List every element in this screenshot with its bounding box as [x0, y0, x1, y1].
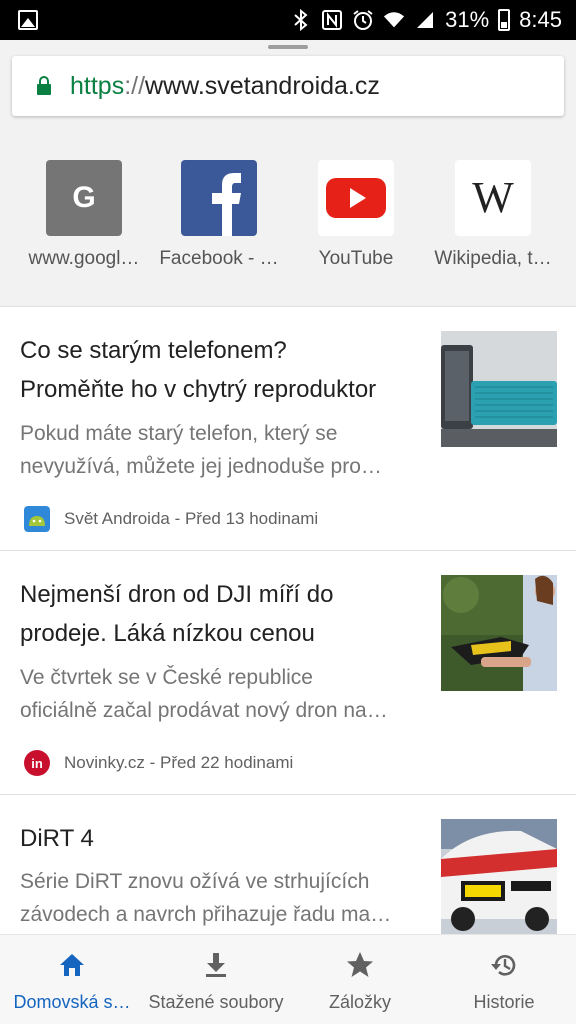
article-snippet: Pokud máte starý telefon, který se nevyu… [20, 417, 415, 483]
tile-label: Wikipedia, t… [434, 248, 552, 269]
facebook-icon [181, 160, 257, 236]
article-snippet: Série DiRT znovu ožívá ve strhujících zá… [20, 865, 415, 931]
history-icon [491, 955, 516, 976]
article-thumbnail [441, 575, 557, 691]
wifi-icon [383, 9, 405, 31]
tile-google[interactable]: G www.googl… [14, 150, 154, 280]
bottom-sheet-handle[interactable] [268, 45, 308, 49]
home-icon [60, 954, 84, 976]
article-card[interactable]: DiRT 4 Série DiRT znovu ožívá ve strhují… [0, 794, 576, 934]
nav-label: Domovská s… [13, 992, 131, 1012]
article-snippet-line: Pokud máte starý telefon, který se [20, 422, 338, 445]
nav-label: Stažené soubory [148, 992, 284, 1012]
tile-label: YouTube [318, 248, 394, 269]
status-bar: 31% 8:45 [0, 0, 576, 40]
google-g-icon: G [46, 160, 122, 236]
tile-facebook[interactable]: Facebook - … [149, 150, 289, 280]
bluetooth-icon [290, 9, 312, 31]
url-bar[interactable]: https://www.svetandroida.cz [12, 56, 564, 116]
status-icons: 31% 8:45 [290, 0, 562, 40]
article-feed[interactable]: Co se starým telefonem? Proměňte ho v ch… [0, 306, 576, 934]
nav-home[interactable]: Domovská s… [0, 935, 144, 1024]
article-title: DiRT 4 [20, 819, 415, 858]
signal-icon [414, 9, 436, 31]
article-card[interactable]: Co se starým telefonem? Proměňte ho v ch… [0, 306, 576, 550]
alarm-icon [352, 9, 374, 31]
url-text[interactable]: https://www.svetandroida.cz [70, 56, 380, 116]
article-snippet-line: oficiálně začal prodávat nový dron na… [20, 699, 388, 722]
article-thumbnail [441, 819, 557, 934]
nav-history[interactable]: Historie [432, 935, 576, 1024]
article-card[interactable]: Nejmenší dron od DJI míří do prodeje. Lá… [0, 550, 576, 794]
wikipedia-icon: W [455, 160, 531, 236]
nav-downloads[interactable]: Stažené soubory [144, 935, 288, 1024]
url-scheme: https [70, 72, 125, 100]
nav-label: Záložky [328, 992, 391, 1012]
article-snippet-line: Série DiRT znovu ožívá ve strhujících [20, 870, 370, 893]
tile-label: Facebook - … [159, 248, 279, 269]
clock: 8:45 [519, 7, 562, 32]
article-title-line: Nejmenší dron od DJI míří do [20, 581, 334, 608]
article-title-line: DiRT 4 [20, 825, 94, 852]
battery-icon [498, 9, 511, 31]
url-separator: :// [124, 72, 146, 100]
article-source: Svět Androida - Před 13 hodinami [24, 505, 318, 533]
battery-percent: 31% [445, 7, 490, 32]
article-title-line: Proměňte ho v chytrý reproduktor [20, 376, 377, 403]
article-snippet-line: závodech a navrch přihazuje řadu ma… [20, 903, 392, 926]
article-snippet-line: nevyužívá, můžete jej jednoduše pro… [20, 455, 382, 478]
download-icon [206, 953, 226, 977]
article-title-line: prodeje. Láká nízkou cenou [20, 620, 315, 647]
article-thumbnail [441, 331, 557, 447]
svet-androida-icon [24, 506, 50, 532]
nfc-icon [321, 9, 343, 31]
lock-icon [37, 76, 51, 95]
star-icon [347, 952, 373, 977]
article-source-text: Svět Androida - Před 13 hodinami [64, 509, 319, 528]
article-title: Nejmenší dron od DJI míří do prodeje. Lá… [20, 575, 415, 653]
most-visited-tiles: G www.googl… Facebook - … YouTube W Wiki… [0, 150, 576, 300]
article-title-line: Co se starým telefonem? [20, 337, 287, 364]
novinky-icon: in [24, 750, 50, 776]
image-notification-icon [18, 10, 38, 30]
tile-label: www.googl… [28, 248, 140, 269]
nav-bookmarks[interactable]: Záložky [288, 935, 432, 1024]
article-title: Co se starým telefonem? Proměňte ho v ch… [20, 331, 415, 409]
article-snippet-line: Ve čtvrtek se v České republice [20, 666, 313, 689]
novinky-badge-text: in [31, 756, 43, 771]
bottom-navigation: Domovská s… Stažené soubory Záložky Hist… [0, 934, 576, 1024]
tile-youtube[interactable]: YouTube [286, 150, 426, 280]
url-host: www.svetandroida.cz [145, 72, 380, 100]
tile-wikipedia[interactable]: W Wikipedia, t… [423, 150, 563, 280]
article-snippet: Ve čtvrtek se v České republice oficiáln… [20, 661, 415, 727]
youtube-icon [318, 160, 394, 236]
article-source: in Novinky.cz - Před 22 hodinami [24, 749, 293, 777]
nav-label: Historie [473, 992, 535, 1012]
article-source-text: Novinky.cz - Před 22 hodinami [64, 753, 294, 772]
